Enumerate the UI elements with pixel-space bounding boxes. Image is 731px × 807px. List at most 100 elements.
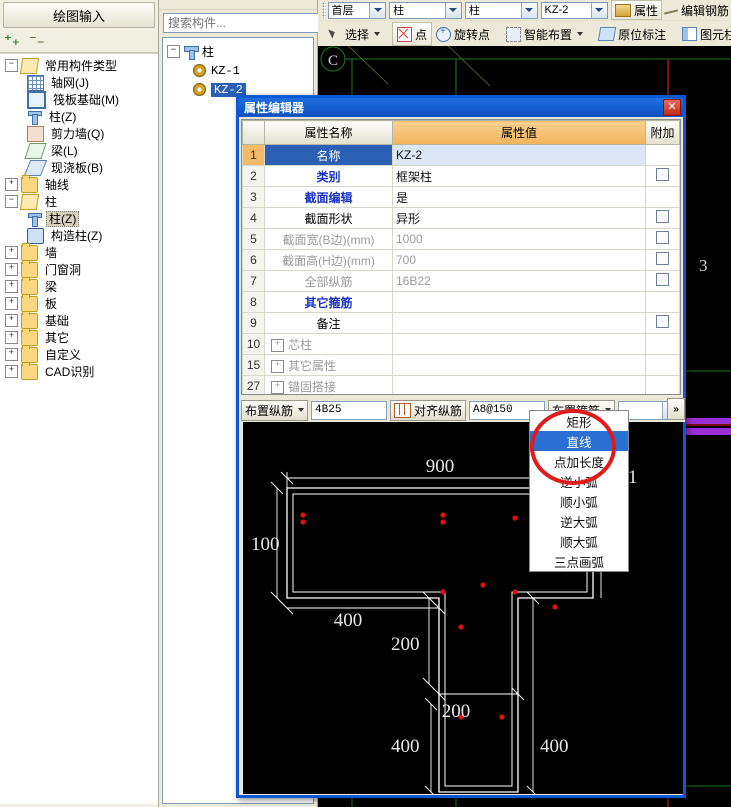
toolbar-grip[interactable] <box>322 2 326 18</box>
table-row[interactable]: 8 其它箍筋 <box>242 291 680 313</box>
table-row[interactable]: 27 + 锚固搭接 <box>242 375 680 394</box>
expander-icon[interactable]: + <box>5 314 18 327</box>
table-row[interactable]: 10 + 芯柱 <box>242 333 680 355</box>
category-select[interactable]: 柱 <box>389 1 462 19</box>
tree-item-common-types[interactable]: − 常用构件类型 <box>2 57 158 74</box>
tree-item-cad-recognition[interactable]: + CAD识别 <box>2 361 158 380</box>
row-value[interactable]: 异形 <box>392 207 646 229</box>
component-select[interactable]: KZ-2 <box>540 1 608 19</box>
tree-item-cast-slab[interactable]: 现浇板(B) <box>2 159 158 176</box>
table-row[interactable]: 4 截面形状 异形 <box>242 207 680 229</box>
menu-item-cw-large-arc[interactable]: 顺大弧 <box>530 531 628 551</box>
table-row[interactable]: 5 截面宽(B边)(mm) 1000 <box>242 228 680 250</box>
menu-item-point-length[interactable]: 点加长度 <box>530 451 628 471</box>
expander-icon[interactable]: − <box>5 195 18 208</box>
expander-icon[interactable]: + <box>271 380 284 394</box>
menu-item-line[interactable]: 直线 <box>530 431 628 451</box>
select-button[interactable]: 选择 <box>322 23 384 45</box>
table-row[interactable]: 2 类别 框架柱 <box>242 165 680 187</box>
expander-icon[interactable]: + <box>5 280 18 293</box>
properties-button[interactable]: 属性 <box>610 0 662 20</box>
smart-layout-button[interactable]: 智能布置 <box>502 23 587 45</box>
tree-item-slab-group[interactable]: + 板 <box>2 293 158 312</box>
attach-checkbox[interactable] <box>656 273 669 286</box>
attach-checkbox[interactable] <box>656 210 669 223</box>
menu-item-rectangle[interactable]: 矩形 <box>530 411 628 431</box>
chevron-down-icon[interactable] <box>444 2 461 18</box>
row-value[interactable]: 16B22 <box>392 270 646 292</box>
add-icon[interactable]: ⁺₊ <box>4 33 20 48</box>
edit-rebar-button[interactable]: 编辑钢筋 <box>662 1 731 19</box>
property-grid[interactable]: 属性名称 属性值 附加 1 名称 KZ-2 2 类别 框架柱 3 截面编辑 是 <box>241 119 681 395</box>
in-place-annotation-button[interactable]: 原位标注 <box>595 23 670 45</box>
floor-select[interactable]: 首层 <box>327 1 387 19</box>
more-button[interactable]: » <box>667 398 685 420</box>
tree-item-other[interactable]: + 其它 <box>2 327 158 346</box>
row-attach[interactable] <box>645 312 680 334</box>
type-select[interactable]: 柱 <box>464 1 538 19</box>
chevron-down-icon[interactable] <box>298 408 305 412</box>
component-item-kz1[interactable]: KZ-1 <box>167 61 313 80</box>
tree-item-foundation[interactable]: + 基础 <box>2 310 158 329</box>
expander-icon[interactable]: + <box>5 246 18 259</box>
expander-icon[interactable]: − <box>5 59 18 72</box>
tree-item-axis[interactable]: + 轴线 <box>2 174 158 193</box>
row-value[interactable] <box>392 312 646 334</box>
table-row[interactable]: 15 + 其它属性 <box>242 354 680 376</box>
row-value[interactable] <box>392 354 646 376</box>
tree-item-wall[interactable]: + 墙 <box>2 242 158 261</box>
layout-longitudinal-button[interactable]: 布置纵筋 <box>241 399 309 421</box>
tree-item-shear-wall[interactable]: 剪力墙(Q) <box>2 125 158 142</box>
close-icon[interactable]: ✕ <box>663 99 681 116</box>
chevron-down-icon[interactable] <box>374 32 381 36</box>
align-longitudinal-button[interactable]: 对齐纵筋 <box>390 399 467 421</box>
tree-item-column-group[interactable]: − 柱 <box>2 193 158 210</box>
table-row[interactable]: 3 截面编辑 是 <box>242 186 680 208</box>
row-value[interactable]: 框架柱 <box>392 165 646 187</box>
attach-checkbox[interactable] <box>656 231 669 244</box>
tree-item-tie-column[interactable]: 构造柱(Z) <box>2 227 158 244</box>
row-attach[interactable] <box>645 207 680 229</box>
row-attach[interactable] <box>645 249 680 271</box>
rotate-point-button[interactable]: 旋转点 <box>432 23 494 45</box>
chevron-down-icon[interactable] <box>577 32 584 36</box>
menu-item-ccw-large-arc[interactable]: 逆大弧 <box>530 511 628 531</box>
expander-icon[interactable]: − <box>167 45 180 58</box>
expander-icon[interactable]: + <box>5 331 18 344</box>
search-input[interactable] <box>163 13 328 33</box>
remove-icon[interactable]: ⁻₋ <box>29 33 45 48</box>
attach-checkbox[interactable] <box>656 168 669 181</box>
table-row[interactable]: 1 名称 KZ-2 <box>242 144 680 166</box>
expander-icon[interactable]: + <box>5 297 18 310</box>
row-attach[interactable] <box>645 228 680 250</box>
expander-icon[interactable]: + <box>5 178 18 191</box>
point-button[interactable]: 点 <box>392 22 433 46</box>
tree-item-column[interactable]: 柱(Z) <box>2 108 158 125</box>
chevron-down-icon[interactable] <box>369 2 386 18</box>
row-value[interactable] <box>392 333 646 355</box>
menu-item-cw-small-arc[interactable]: 顺小弧 <box>530 491 628 511</box>
element-column-button[interactable]: 图元柱 <box>678 23 731 45</box>
table-row[interactable]: 7 全部纵筋 16B22 <box>242 270 680 292</box>
chevron-down-icon[interactable] <box>590 2 607 18</box>
tree-item-raft-foundation[interactable]: 筏板基础(M) <box>2 90 158 109</box>
expander-icon[interactable]: + <box>5 348 18 361</box>
expander-icon[interactable]: + <box>5 365 18 378</box>
attach-checkbox[interactable] <box>656 252 669 265</box>
menu-item-ccw-small-arc[interactable]: 逆小弧 <box>530 471 628 491</box>
expander-icon[interactable]: + <box>271 338 284 352</box>
dialog-titlebar[interactable]: 属性编辑器 ✕ <box>239 98 683 117</box>
longitudinal-input[interactable]: 4B25 <box>311 400 388 420</box>
tree-item-custom[interactable]: + 自定义 <box>2 344 158 363</box>
tree-item-beam-group[interactable]: + 梁 <box>2 276 158 295</box>
row-value[interactable]: KZ-2 <box>392 144 646 166</box>
table-row[interactable]: 9 备注 <box>242 312 680 334</box>
row-attach[interactable] <box>645 270 680 292</box>
attach-checkbox[interactable] <box>656 315 669 328</box>
row-attach[interactable] <box>645 165 680 187</box>
component-group-column[interactable]: − 柱 <box>167 42 313 61</box>
row-value[interactable]: 是 <box>392 186 646 208</box>
menu-item-three-point-arc[interactable]: 三点画弧 <box>530 551 628 571</box>
tree-item-beam[interactable]: 梁(L) <box>2 142 158 159</box>
tree-item-axis-net[interactable]: 轴网(J) <box>2 74 158 91</box>
